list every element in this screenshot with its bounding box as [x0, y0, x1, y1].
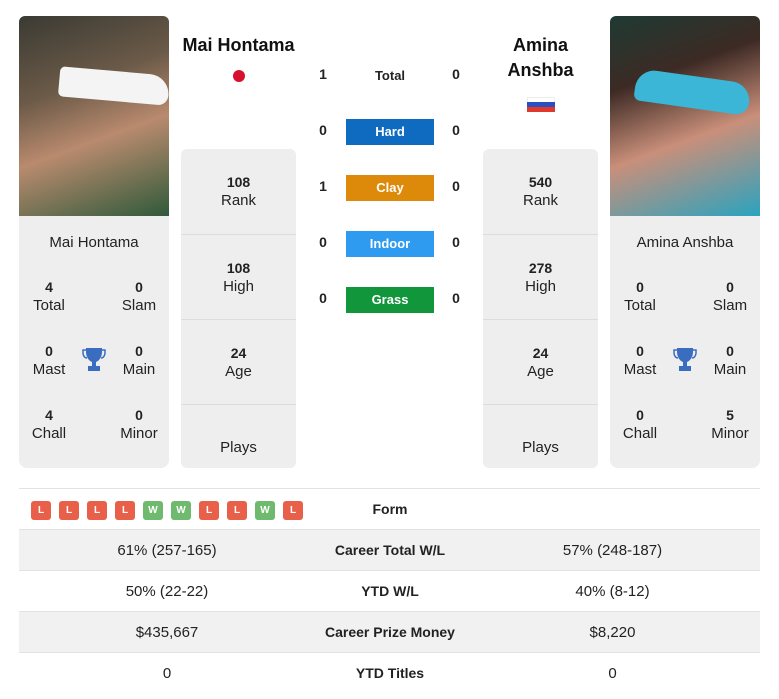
h2h-grass-p2: 0 — [452, 290, 460, 306]
player2-info-panel: 540 Rank 278 High 24 Age Plays — [483, 149, 598, 468]
player2-photo — [610, 16, 760, 216]
player1-value: $435,667 — [135, 624, 199, 641]
player2-mast-titles: 0 Mast — [623, 343, 657, 378]
trophy-icon — [673, 348, 697, 371]
h2h-clay-p2: 0 — [452, 178, 460, 194]
player1-info-panel: 108 Rank 108 High 24 Age Plays — [181, 149, 296, 468]
player2-value: 0 — [608, 665, 617, 682]
player1-mast-titles: 0 Mast — [32, 343, 66, 378]
player2-plays: Plays — [483, 404, 598, 468]
japan-flag-icon — [233, 70, 245, 82]
form-win-badge[interactable]: W — [143, 501, 163, 520]
form-row: LLLLWWLLWL Form — [19, 489, 760, 530]
h2h-indoor-p1: 0 — [319, 234, 327, 250]
russia-flag-icon — [527, 97, 555, 112]
surface-grass-badge[interactable]: Grass — [346, 287, 434, 313]
form-loss-badge[interactable]: L — [227, 501, 247, 520]
comparison-row: 61% (257-165) Career Total W/L 57% (248-18… — [19, 530, 760, 571]
player2-high: 278 High — [483, 234, 598, 319]
player2-main-titles: 0 Main — [713, 343, 747, 378]
player2-value: 57% (248-187) — [562, 542, 663, 559]
form-loss-badge[interactable]: L — [199, 501, 219, 520]
player2-titles-card: Amina Anshba 0 Total 0 Slam 0 Mast 0 Main 0C… — [610, 216, 760, 468]
form-badges: LLLLWWLLWL — [31, 501, 303, 520]
player2-value: $8,220 — [589, 624, 636, 641]
comparison-row: 0 YTD Titles 0 — [19, 653, 760, 694]
form-loss-badge[interactable]: L — [31, 501, 51, 520]
h2h-hard-p1: 0 — [319, 122, 327, 138]
form-loss-badge[interactable]: L — [87, 501, 107, 520]
h2h-hard-p2: 0 — [452, 122, 460, 138]
player2-rank: 540 Rank — [522, 174, 559, 209]
player1-chall-titles: 4 Chall — [31, 407, 67, 442]
form-loss-badge[interactable]: L — [283, 501, 303, 520]
player1-slam-titles: 0 Slam — [121, 279, 157, 314]
form-win-badge[interactable]: W — [171, 501, 191, 520]
player2-name-heading[interactable]: Amina Anshba — [478, 33, 603, 83]
player1-minor-titles: 0 Minor — [120, 407, 158, 442]
player1-plays: Plays — [181, 404, 296, 468]
h2h-clay-p1: 1 — [319, 178, 327, 194]
player1-total-titles: 4 Total — [33, 279, 65, 314]
player1-value: 50% (22-22) — [125, 583, 209, 600]
player1-name-heading[interactable]: Mai Hontama — [176, 33, 301, 58]
surface-indoor-badge[interactable]: Indoor — [346, 231, 434, 257]
player2-slam-titles: 0 Slam — [712, 279, 748, 314]
form-loss-badge[interactable]: L — [59, 501, 79, 520]
player2-minor-titles: 5 Minor — [711, 407, 749, 442]
player1-value: 0 — [162, 665, 172, 682]
comparison-row: 50% (22-22) YTD W/L 40% (8-12) — [19, 571, 760, 612]
h2h-indoor-p2: 0 — [452, 234, 460, 250]
comparison-label: Career Total W/L — [334, 542, 446, 558]
player2-age: 24 Age — [483, 319, 598, 404]
form-loss-badge[interactable]: L — [115, 501, 135, 520]
player2-value: 40% (8-12) — [575, 583, 650, 600]
h2h-grass-p1: 0 — [319, 290, 327, 306]
player1-main-titles: 0 Main — [122, 343, 156, 378]
form-label: Form — [372, 501, 408, 517]
comparison-label: YTD W/L — [361, 583, 419, 599]
comparison-row: $435,667 Career Prize Money $8,220 — [19, 612, 760, 653]
trophy-icon — [82, 348, 106, 371]
player2-total-titles: 0 Total — [624, 279, 656, 314]
form-win-badge[interactable]: W — [255, 501, 275, 520]
player1-value: 61% (257-165) — [117, 542, 217, 559]
h2h-total-label: Total — [374, 68, 406, 83]
comparison-label: YTD Titles — [355, 665, 425, 681]
player1-photo — [19, 16, 169, 216]
player1-high: 108 High — [181, 234, 296, 319]
player2-chall-titles: 0 Chall — [622, 407, 658, 442]
surface-hard-badge[interactable]: Hard — [346, 119, 434, 145]
h2h-total-p1: 1 — [319, 66, 327, 82]
player2-card-name[interactable]: Amina Anshba — [610, 234, 760, 251]
surface-clay-badge[interactable]: Clay — [346, 175, 434, 201]
player1-rank: 108 Rank — [220, 174, 257, 209]
player1-card-name[interactable]: Mai Hontama — [19, 234, 169, 251]
h2h-total-p2: 0 — [452, 66, 460, 82]
player1-titles-card: Mai Hontama 4 Total 0 Slam 0 Mast 0 Main 4 Ch… — [19, 216, 169, 468]
player1-age: 24 Age — [181, 319, 296, 404]
comparison-label: Career Prize Money — [325, 624, 455, 640]
